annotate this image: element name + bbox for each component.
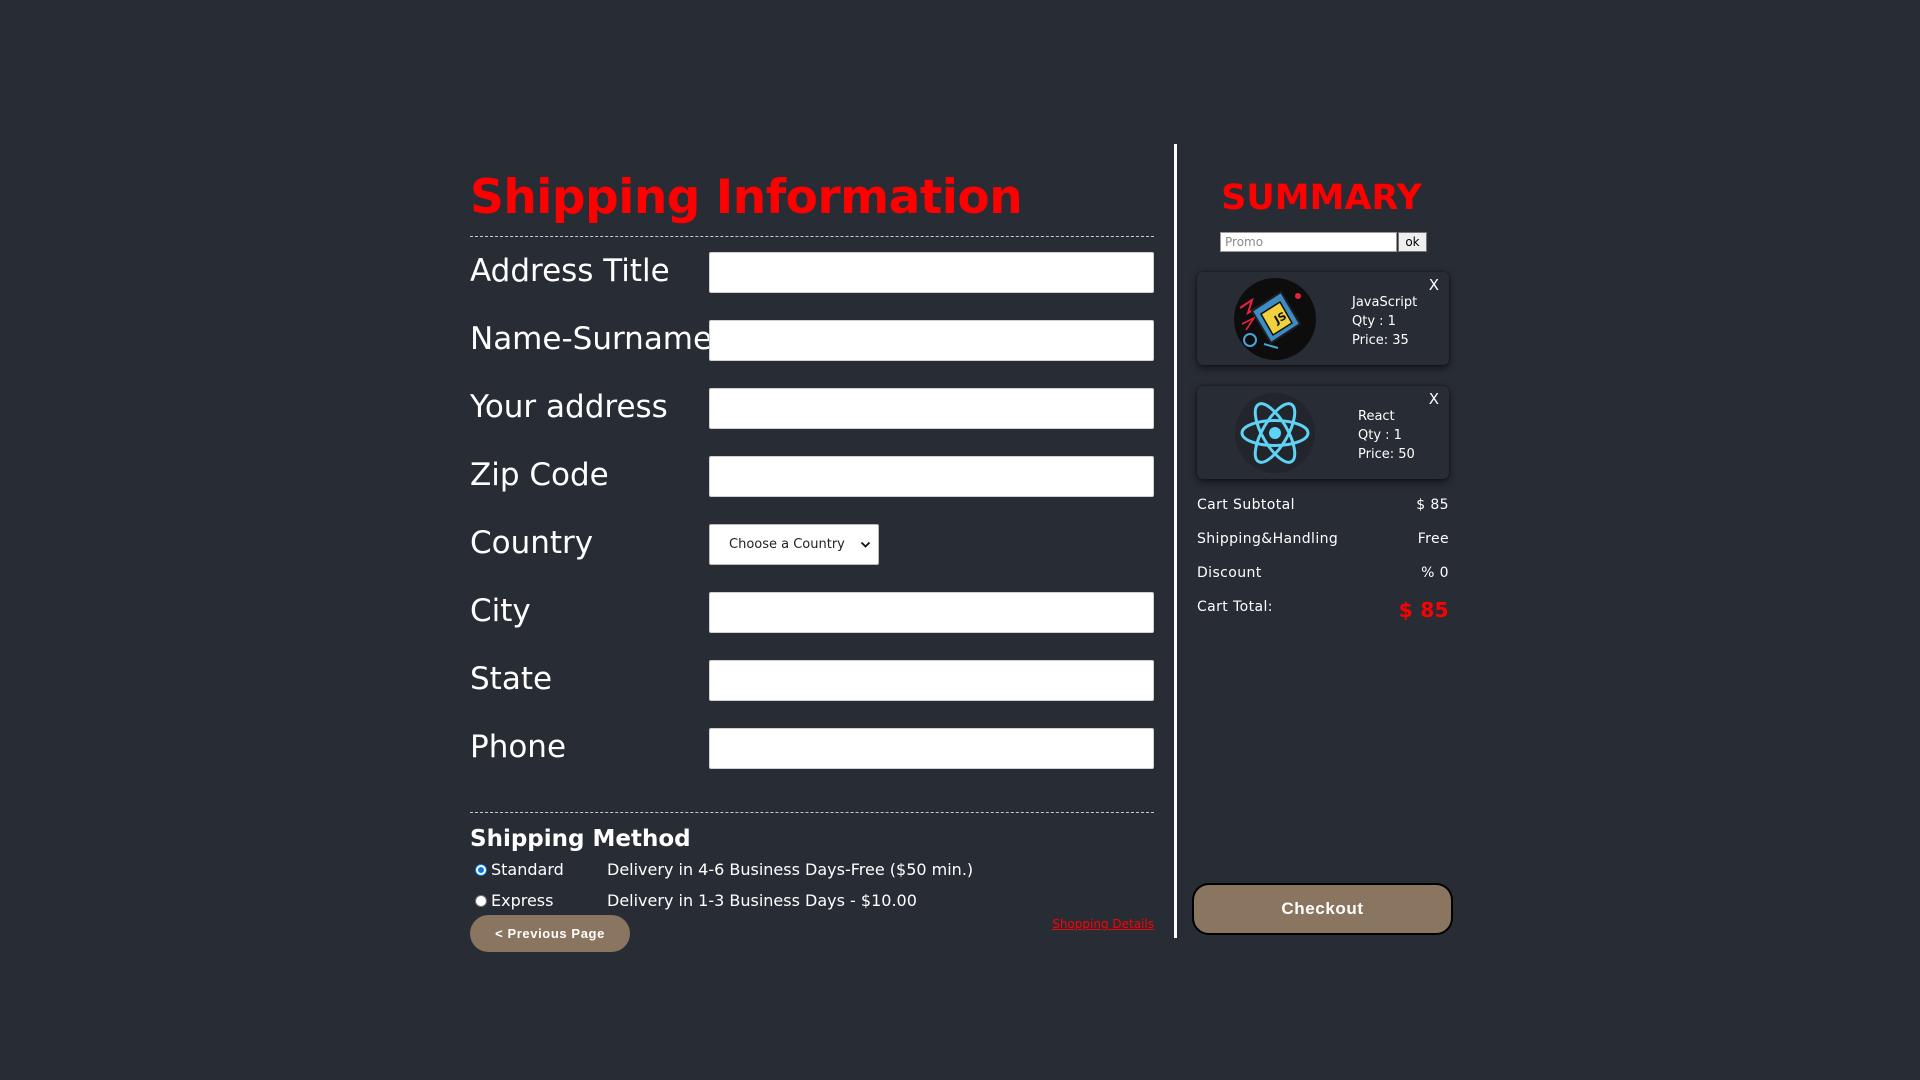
country-select[interactable]: Choose a Country [709,524,879,565]
zip-input[interactable] [709,456,1154,497]
phone-label: Phone [470,729,567,765]
checkout-button[interactable]: Checkout [1192,883,1453,935]
method-express[interactable]: Express Delivery in 1-3 Business Days - … [470,885,1154,916]
phone-row: Phone [470,713,1154,781]
cart-item-qty: Qty : 1 [1352,314,1396,329]
cart-total-label: Cart Total: [1197,599,1273,615]
chevron-down-icon [860,541,871,548]
cart-item-info: React Qty : 1 Price: 50 [1358,407,1415,464]
discount-label: Discount [1197,565,1262,581]
discount-row: Discount % 0 [1197,563,1449,583]
shipping-handling-value: Free [1417,531,1449,547]
subtotal-label: Cart Subtotal [1197,497,1295,513]
name-surname-input[interactable] [709,320,1154,361]
express-label: Express [491,891,554,910]
state-label: State [470,661,553,697]
address-title-input[interactable] [709,252,1154,293]
panel-divider [1174,144,1177,938]
state-input[interactable] [709,660,1154,701]
name-surname-label: Name-Surname [470,321,713,357]
promo-ok-button[interactable]: ok [1398,232,1427,252]
address-row: Your address [470,373,1154,441]
cart-item: JS JavaScript Qty : 1 Price: 35 X [1197,272,1449,365]
subtotal-row: Cart Subtotal $ 85 [1197,495,1449,515]
shipping-form: Shipping Information Address Title Name-… [470,160,1154,952]
state-row: State [470,645,1154,713]
city-input[interactable] [709,592,1154,633]
summary-title: SUMMARY [1221,178,1422,218]
standard-label: Standard [491,860,564,879]
shipping-method-title: Shipping Method [470,826,691,852]
promo-input[interactable]: Promo [1220,232,1397,252]
cart-item-price: Price: 50 [1358,447,1415,462]
country-row: Country Choose a Country [470,509,1154,577]
method-standard[interactable]: Standard Delivery in 4-6 Business Days-F… [470,854,1154,885]
cart-item-info: JavaScript Qty : 1 Price: 35 [1352,293,1417,350]
cart-item-qty: Qty : 1 [1358,428,1402,443]
shopping-details-link[interactable]: Shopping Details [1052,917,1154,931]
cart-item-price: Price: 35 [1352,333,1409,348]
remove-item-button[interactable]: X [1429,276,1439,294]
zip-label: Zip Code [470,457,609,493]
cart-total-row: Cart Total: $ 85 [1197,597,1449,622]
previous-page-button[interactable]: < Previous Page [470,915,630,952]
city-row: City [470,577,1154,645]
address-title-label: Address Title [470,253,670,289]
address-title-row: Address Title [470,237,1154,305]
phone-input[interactable] [709,728,1154,769]
javascript-icon: JS [1234,278,1316,360]
shipping-handling-row: Shipping&Handling Free [1197,529,1449,549]
address-input[interactable] [709,388,1154,429]
express-description: Delivery in 1-3 Business Days - $10.00 [607,891,917,910]
cart-item-name: JavaScript [1352,295,1418,310]
shipping-handling-label: Shipping&Handling [1197,531,1339,547]
remove-item-button[interactable]: X [1429,390,1439,408]
subtotal-value: $ 85 [1416,497,1449,513]
cart-item-name: React [1358,409,1395,424]
express-radio[interactable] [475,895,487,907]
name-surname-row: Name-Surname [470,305,1154,373]
country-selected-value: Choose a Country [729,537,845,552]
standard-radio[interactable] [475,864,487,876]
standard-description: Delivery in 4-6 Business Days-Free ($50 … [607,860,974,879]
address-label: Your address [470,389,668,425]
discount-value: % 0 [1421,565,1449,581]
checkout-page: Shipping Information Address Title Name-… [0,0,1920,1080]
cart-item: React Qty : 1 Price: 50 X [1197,386,1449,479]
page-title: Shipping Information [470,170,1023,225]
cart-total-value: $ 85 [1398,598,1449,622]
react-icon [1235,393,1315,473]
zip-row: Zip Code [470,441,1154,509]
city-label: City [470,593,531,629]
country-label: Country [470,525,594,561]
